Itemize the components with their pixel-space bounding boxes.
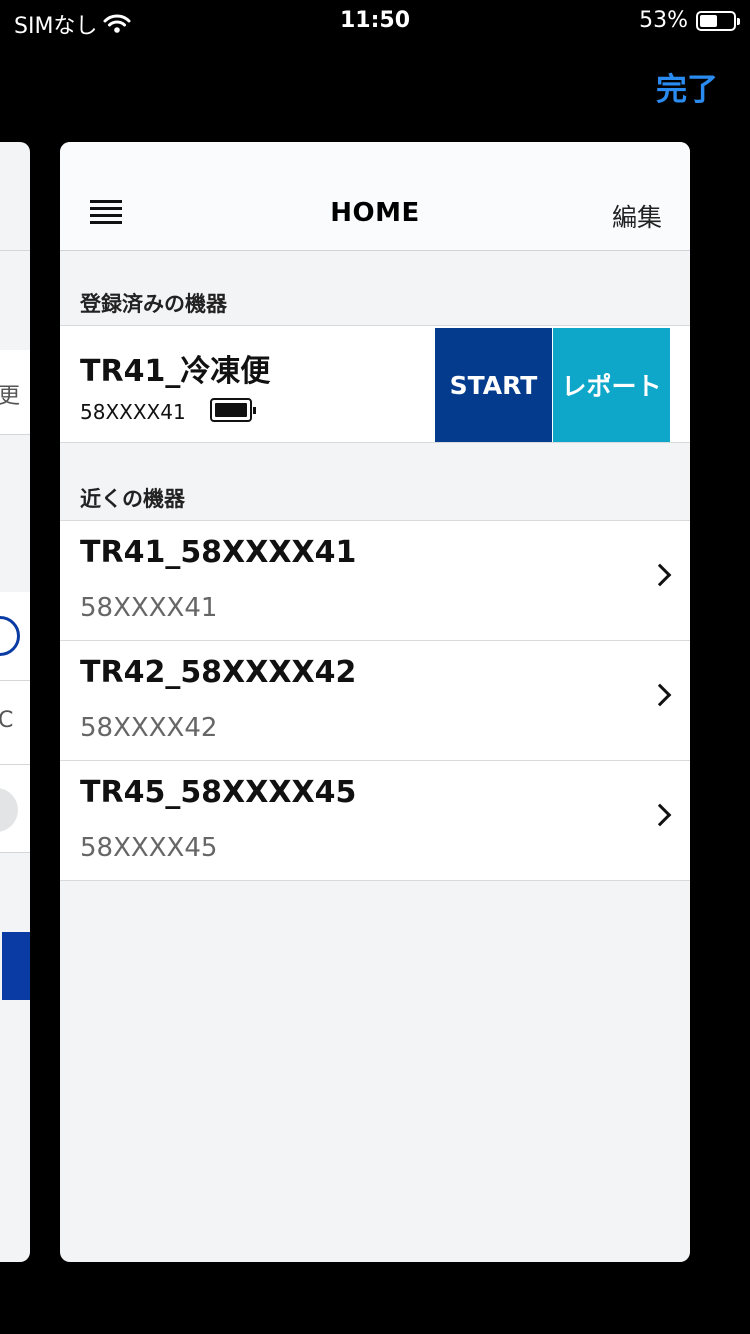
navigation-bar: HOME 編集: [60, 142, 690, 251]
done-button[interactable]: 完了: [656, 64, 718, 109]
app-card-home[interactable]: HOME 編集 登録済みの機器 TR41_冷凍便 58XXXX41 START …: [60, 142, 690, 1262]
battery-percent: 53%: [639, 8, 688, 33]
device-serial: 58XXXX42: [80, 713, 218, 743]
registered-device-row[interactable]: TR41_冷凍便 58XXXX41 START レポート: [60, 325, 690, 443]
divider: [0, 764, 30, 765]
list-item[interactable]: TR42_58XXXX42 58XXXX42: [60, 641, 690, 761]
device-serial: 58XXXX41: [80, 593, 218, 623]
section-header-registered: 登録済みの機器: [80, 292, 227, 316]
start-button[interactable]: START: [435, 328, 552, 442]
device-name: TR45_58XXXX45: [80, 775, 357, 810]
primary-button-fragment: [2, 932, 30, 1000]
status-right: 53%: [639, 8, 740, 33]
list-item[interactable]: TR41_58XXXX41 58XXXX41: [60, 521, 690, 641]
divider: [0, 434, 30, 435]
device-serial: 58XXXX45: [80, 833, 218, 863]
section-header-nearby: 近くの機器: [80, 487, 185, 511]
card-fragment-text: C: [0, 708, 14, 733]
chevron-right-icon: [648, 563, 672, 587]
battery-icon: [696, 10, 740, 31]
battery-icon: [210, 398, 256, 422]
device-name: TR41_冷凍便: [80, 354, 271, 389]
nearby-device-list: TR41_58XXXX41 58XXXX41 TR42_58XXXX42 58X…: [60, 520, 690, 881]
edit-button[interactable]: 編集: [612, 198, 662, 234]
divider: [0, 852, 30, 853]
status-time: 11:50: [339, 8, 411, 33]
device-serial: 58XXXX41: [80, 400, 186, 424]
device-name: TR42_58XXXX42: [80, 655, 357, 690]
card-fragment-text: 更: [0, 384, 21, 409]
device-name: TR41_58XXXX41: [80, 535, 357, 570]
report-button[interactable]: レポート: [553, 328, 670, 442]
status-bar: SIMなし 11:50 53%: [0, 0, 750, 40]
divider: [0, 680, 30, 681]
divider: [0, 250, 30, 251]
chevron-right-icon: [648, 683, 672, 707]
page-title: HOME: [330, 198, 420, 228]
list-item[interactable]: TR45_58XXXX45 58XXXX45: [60, 761, 690, 881]
previous-app-card[interactable]: 更 C: [0, 142, 30, 1262]
chevron-right-icon: [648, 803, 672, 827]
